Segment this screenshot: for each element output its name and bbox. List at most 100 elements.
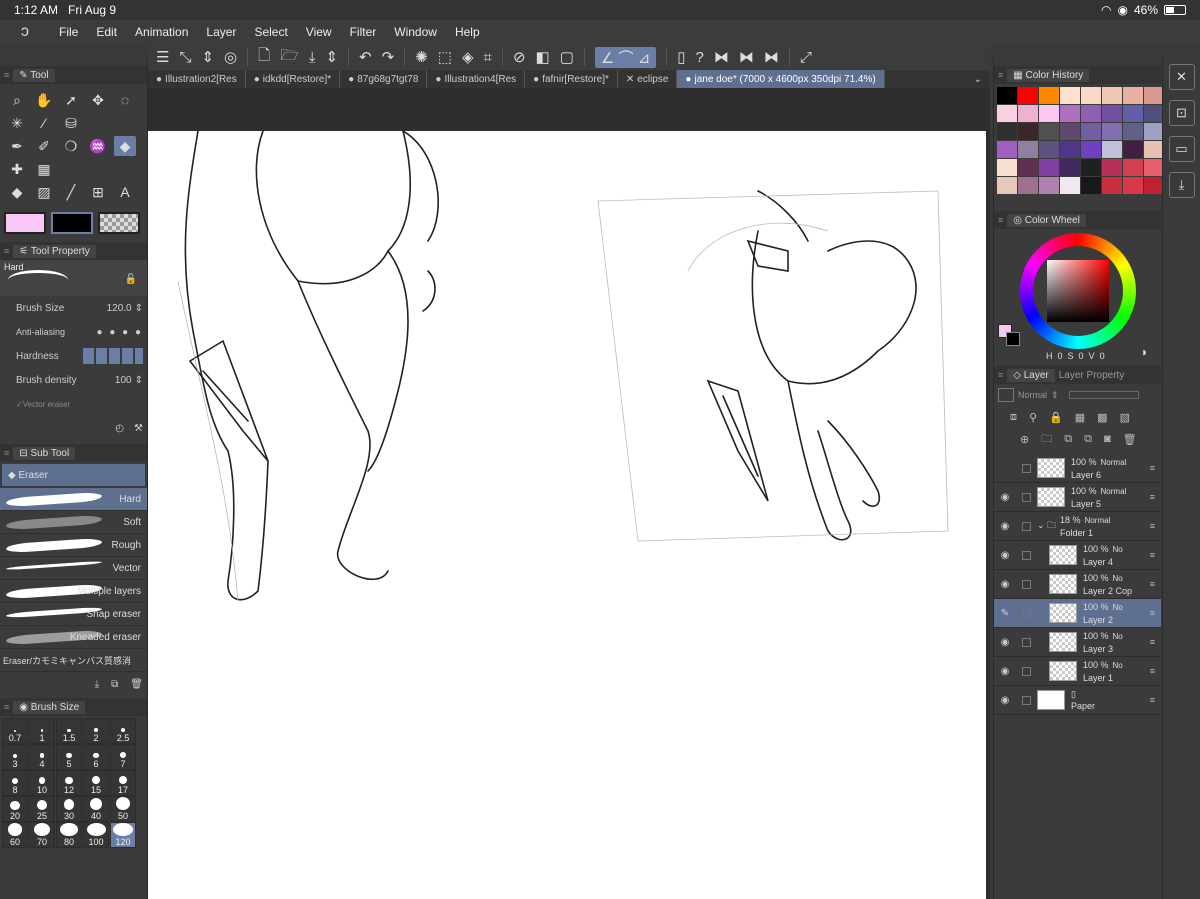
color-history-swatch[interactable] — [1039, 87, 1059, 104]
color-history-swatch[interactable] — [997, 177, 1017, 194]
check-icon[interactable]: ✓ — [16, 400, 23, 409]
brush-size-cell[interactable]: 5 — [56, 744, 82, 770]
layer-checkbox[interactable] — [1022, 521, 1031, 531]
transparent-color-swatch[interactable] — [98, 212, 140, 234]
lock-transparency-icon[interactable]: ▦ — [1075, 411, 1085, 424]
brush-size-cell[interactable]: 15 — [83, 770, 109, 796]
select-arrow-icon[interactable]: ➚ — [60, 90, 82, 110]
marker-icon[interactable]: ✐ — [33, 136, 55, 156]
list-item[interactable]: Hard — [0, 488, 147, 511]
color-history-swatch[interactable] — [1123, 87, 1143, 104]
tool-panel-title[interactable]: ✎ Tool — [13, 68, 55, 82]
hand-icon[interactable]: ✋ — [33, 90, 55, 110]
color-history-swatch[interactable] — [1018, 123, 1038, 140]
eye-icon[interactable]: ◉ — [994, 637, 1016, 648]
color-history-swatch[interactable] — [1060, 105, 1080, 122]
grip-icon[interactable]: ≡ — [998, 70, 1003, 80]
saturation-value-square[interactable] — [1047, 260, 1109, 322]
loading-icon[interactable]: ✺ — [415, 48, 428, 66]
brush-size-cell[interactable]: 6 — [83, 744, 109, 770]
layer-menu-icon[interactable]: ≡ — [1150, 695, 1155, 705]
color-history-swatch[interactable] — [1144, 105, 1164, 122]
menu-filter[interactable]: Filter — [341, 25, 386, 39]
color-history-swatch[interactable] — [1102, 123, 1122, 140]
ruler-visibility-icon[interactable]: ▧ — [1120, 411, 1130, 424]
color-history-swatch[interactable] — [997, 87, 1017, 104]
color-history-swatch[interactable] — [1081, 87, 1101, 104]
main-color-swatch[interactable] — [4, 212, 46, 234]
flip-vertical-icon[interactable]: ⧓ — [739, 48, 754, 66]
brush-size-cell[interactable]: 12 — [56, 770, 82, 796]
color-history-swatch[interactable] — [1123, 105, 1143, 122]
color-history-swatch[interactable] — [1102, 177, 1122, 194]
color-history-swatch[interactable] — [1018, 105, 1038, 122]
color-history-swatch[interactable] — [1081, 159, 1101, 176]
layer-checkbox[interactable] — [1022, 579, 1031, 589]
new-folder-icon[interactable]: 🗀 — [1041, 430, 1052, 449]
menu-select[interactable]: Select — [245, 25, 296, 39]
brush-size-cell[interactable]: 25 — [29, 796, 55, 822]
list-item[interactable]: Snap eraser — [0, 603, 147, 626]
brush-size-cell[interactable]: 50 — [110, 796, 136, 822]
color-history-swatch[interactable] — [1123, 159, 1143, 176]
grip-icon[interactable]: ≡ — [4, 70, 9, 80]
settings-icon[interactable]: ◴ — [115, 423, 124, 434]
color-history-swatch[interactable] — [997, 105, 1017, 122]
color-history-swatch[interactable] — [1039, 159, 1059, 176]
brush-size-cell[interactable]: 2 — [83, 718, 109, 744]
new-layer-icon[interactable]: ⊕ — [1020, 433, 1029, 446]
brush-size-cell[interactable]: 30 — [56, 796, 82, 822]
menu-window[interactable]: Window — [385, 25, 446, 39]
list-item[interactable]: Kneaded eraser — [0, 626, 147, 649]
color-history-swatch[interactable] — [1039, 105, 1059, 122]
new-file-icon[interactable]: 🗋 — [258, 45, 270, 70]
brush-size-cell[interactable]: 60 — [2, 822, 28, 848]
layer-checkbox[interactable] — [1022, 637, 1031, 647]
eyedropper-icon[interactable]: ⁄ — [33, 113, 55, 133]
close-panel-icon[interactable]: ✕ — [1168, 64, 1195, 90]
brush-size-cell[interactable]: 1.5 — [56, 718, 82, 744]
lasso-icon[interactable]: ◌ — [114, 90, 136, 110]
brush-density-value[interactable]: 100 — [115, 375, 132, 386]
layer-menu-icon[interactable]: ≡ — [1150, 637, 1155, 647]
import-icon[interactable]: ⤓ — [95, 679, 99, 690]
color-history-swatch[interactable] — [1123, 141, 1143, 158]
chevron-down-icon[interactable]: ⌄ — [974, 74, 990, 85]
menu-view[interactable]: View — [297, 25, 341, 39]
layer-row[interactable]: ◉ 100 % No Layer 3 ≡ — [994, 628, 1161, 657]
color-history-swatch[interactable] — [1018, 159, 1038, 176]
layer-menu-icon[interactable]: ≡ — [1150, 492, 1155, 502]
flip-horizontal-icon[interactable]: ⧓ — [714, 48, 729, 66]
brush-size-cell[interactable]: 70 — [29, 822, 55, 848]
blend-mode-select[interactable]: Normal — [1018, 390, 1047, 400]
mask-icon[interactable]: ◙ — [1104, 433, 1111, 445]
brush-size-cell[interactable]: 20 — [2, 796, 28, 822]
magic-wand-icon[interactable]: ✳ — [6, 113, 28, 133]
line-icon[interactable]: ╱ — [60, 182, 82, 202]
color-mode-icon[interactable]: ◑ — [1140, 345, 1147, 359]
color-history-swatch[interactable] — [1081, 141, 1101, 158]
layer-row[interactable]: ◉ 100 % No Layer 2 Cop ≡ — [994, 570, 1161, 599]
layer-checkbox[interactable] — [1022, 608, 1031, 618]
brush-size-cell[interactable]: 3 — [2, 744, 28, 770]
airbrush-icon[interactable]: ♒ — [87, 136, 109, 156]
brush-size-cell[interactable]: 17 — [110, 770, 136, 796]
sub-color-swatch[interactable] — [51, 212, 93, 234]
grip-icon[interactable]: ≡ — [998, 370, 1003, 380]
save-options-icon[interactable]: ⇕ — [325, 48, 338, 66]
clip-icon[interactable]: ⧈ — [1010, 411, 1017, 424]
vector-eraser-row[interactable]: ✓ Vector eraser — [0, 392, 147, 416]
layer-row[interactable]: ◉ ▯ Paper ≡ — [994, 686, 1161, 715]
color-history-swatch[interactable] — [1060, 87, 1080, 104]
trash-icon[interactable]: 🗑 — [130, 679, 143, 690]
list-item[interactable]: Rough — [0, 534, 147, 557]
screen-icon[interactable]: ▭ — [1168, 136, 1195, 162]
clip-studio-icon[interactable]: ◎ — [224, 48, 237, 66]
color-wheel-tab[interactable]: ◎ Color Wheel — [1007, 213, 1086, 227]
color-history-swatch[interactable] — [1018, 177, 1038, 194]
layer-checkbox[interactable] — [1022, 550, 1031, 560]
bucket-small-icon[interactable]: ⛁ — [60, 113, 82, 133]
ruler-snap-icon[interactable]: ∠ ⌒ ⊿ — [594, 46, 657, 68]
selection-border-icon[interactable]: ▢ — [560, 48, 574, 66]
undo-icon[interactable]: ↶ — [359, 48, 372, 66]
